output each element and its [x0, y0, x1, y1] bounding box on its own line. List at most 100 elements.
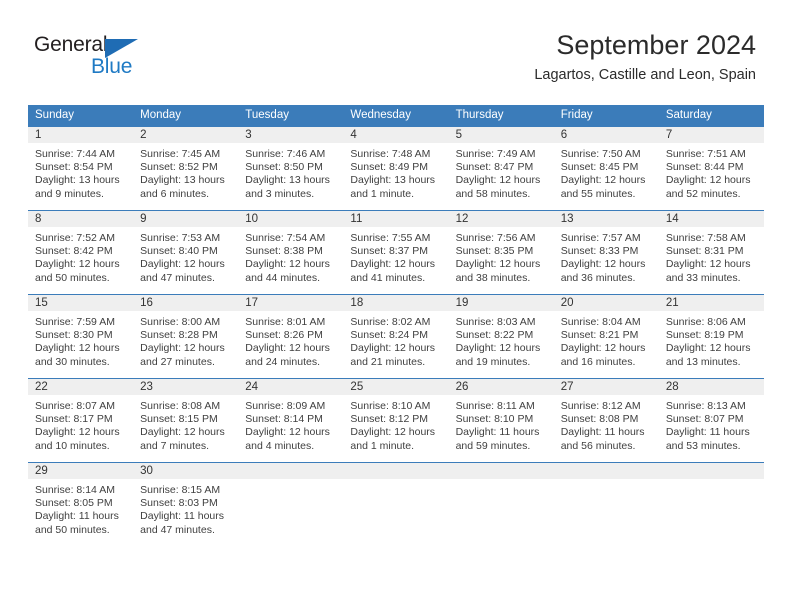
sunset-text: Sunset: 8:19 PM — [665, 329, 744, 342]
daylight-text-line2: and 1 minute. — [350, 187, 415, 200]
daylight-text-line1: Daylight: 12 hours — [350, 426, 436, 439]
day-number: 28 — [658, 379, 764, 395]
calendar-day-cell[interactable]: 15 Sunrise: 7:59 AM Sunset: 8:30 PM Dayl… — [28, 294, 134, 379]
calendar-header-row: Sunday Monday Tuesday Wednesday Thursday… — [28, 105, 764, 127]
calendar-day-cell[interactable]: 21 Sunrise: 8:06 AM Sunset: 8:19 PM Dayl… — [658, 294, 764, 379]
daylight-text-line1: Daylight: 12 hours — [350, 342, 436, 355]
calendar-day-cell[interactable]: 19 Sunrise: 8:03 AM Sunset: 8:22 PM Dayl… — [448, 294, 554, 379]
calendar-week-row: 1 Sunrise: 7:44 AM Sunset: 8:54 PM Dayli… — [28, 126, 764, 211]
sunrise-text: Sunrise: 8:07 AM — [35, 400, 115, 412]
day-number: 11 — [343, 211, 449, 227]
daylight-text-line2: and 30 minutes. — [35, 355, 110, 368]
calendar-day-cell[interactable]: 28 Sunrise: 8:13 AM Sunset: 8:07 PM Dayl… — [658, 378, 764, 463]
daylight-text-line1: Daylight: 13 hours — [35, 174, 120, 187]
day-number: 18 — [343, 295, 449, 311]
day-details: Sunrise: 7:46 AM Sunset: 8:50 PM Dayligh… — [238, 143, 343, 201]
daylight-text-line2: and 44 minutes. — [245, 271, 320, 284]
calendar-day-cell[interactable]: 25 Sunrise: 8:10 AM Sunset: 8:12 PM Dayl… — [343, 378, 449, 463]
day-details: Sunrise: 7:55 AM Sunset: 8:37 PM Dayligh… — [343, 227, 448, 285]
calendar-day-cell[interactable]: 30 Sunrise: 8:15 AM Sunset: 8:03 PM Dayl… — [133, 462, 239, 546]
daylight-text-line2: and 47 minutes. — [140, 271, 215, 284]
calendar-day-cell-empty — [448, 462, 554, 546]
daylight-text-line1: Daylight: 12 hours — [35, 426, 120, 439]
calendar-day-cell[interactable]: 12 Sunrise: 7:56 AM Sunset: 8:35 PM Dayl… — [448, 210, 554, 295]
sunset-text: Sunset: 8:40 PM — [140, 245, 218, 258]
day-number: 1 — [28, 127, 134, 143]
calendar-day-cell[interactable]: 9 Sunrise: 7:53 AM Sunset: 8:40 PM Dayli… — [133, 210, 239, 295]
calendar-day-cell[interactable]: 4 Sunrise: 7:48 AM Sunset: 8:49 PM Dayli… — [343, 126, 449, 211]
day-number: 27 — [553, 379, 659, 395]
sunset-text: Sunset: 8:28 PM — [140, 329, 218, 342]
sunrise-text: Sunrise: 8:02 AM — [350, 316, 431, 328]
calendar-day-cell[interactable]: 18 Sunrise: 8:02 AM Sunset: 8:24 PM Dayl… — [343, 294, 449, 379]
day-number: 4 — [343, 127, 449, 143]
daylight-text-line2: and 1 minute. — [350, 439, 415, 452]
daylight-text-line2: and 3 minutes. — [245, 187, 315, 200]
sunset-text: Sunset: 8:50 PM — [245, 161, 323, 174]
calendar-day-cell[interactable]: 11 Sunrise: 7:55 AM Sunset: 8:37 PM Dayl… — [343, 210, 449, 295]
daylight-text-line1: Daylight: 13 hours — [140, 174, 225, 187]
daylight-text-line2: and 24 minutes. — [245, 355, 320, 368]
sunrise-text: Sunrise: 8:04 AM — [560, 316, 641, 328]
day-details: Sunrise: 7:50 AM Sunset: 8:45 PM Dayligh… — [554, 143, 659, 201]
calendar-day-cell[interactable]: 17 Sunrise: 8:01 AM Sunset: 8:26 PM Dayl… — [238, 294, 344, 379]
calendar-day-cell[interactable]: 22 Sunrise: 8:07 AM Sunset: 8:17 PM Dayl… — [28, 378, 134, 463]
calendar-day-cell-empty — [343, 462, 449, 546]
calendar-day-cell[interactable]: 13 Sunrise: 7:57 AM Sunset: 8:33 PM Dayl… — [553, 210, 659, 295]
sunset-text: Sunset: 8:30 PM — [35, 329, 113, 342]
sunset-text: Sunset: 8:08 PM — [560, 413, 639, 426]
calendar-day-cell[interactable]: 5 Sunrise: 7:49 AM Sunset: 8:47 PM Dayli… — [448, 126, 554, 211]
daylight-text-line1: Daylight: 11 hours — [35, 510, 119, 523]
calendar-day-cell[interactable]: 26 Sunrise: 8:11 AM Sunset: 8:10 PM Dayl… — [448, 378, 554, 463]
day-details: Sunrise: 7:45 AM Sunset: 8:52 PM Dayligh… — [133, 143, 238, 201]
calendar-day-cell[interactable]: 16 Sunrise: 8:00 AM Sunset: 8:28 PM Dayl… — [133, 294, 239, 379]
calendar-day-cell[interactable]: 1 Sunrise: 7:44 AM Sunset: 8:54 PM Dayli… — [28, 126, 134, 211]
calendar-day-cell[interactable]: 20 Sunrise: 8:04 AM Sunset: 8:21 PM Dayl… — [553, 294, 659, 379]
calendar-day-cell[interactable]: 27 Sunrise: 8:12 AM Sunset: 8:08 PM Dayl… — [553, 378, 659, 463]
calendar-day-cell[interactable]: 14 Sunrise: 7:58 AM Sunset: 8:31 PM Dayl… — [658, 210, 764, 295]
day-details: Sunrise: 7:51 AM Sunset: 8:44 PM Dayligh… — [659, 143, 764, 201]
sunrise-text: Sunrise: 8:06 AM — [665, 316, 746, 328]
sunset-text: Sunset: 8:15 PM — [140, 413, 218, 426]
day-details: Sunrise: 8:00 AM Sunset: 8:28 PM Dayligh… — [133, 311, 238, 369]
sunset-text: Sunset: 8:35 PM — [455, 245, 534, 258]
daylight-text-line2: and 53 minutes. — [665, 439, 741, 452]
day-details: Sunrise: 8:12 AM Sunset: 8:08 PM Dayligh… — [554, 395, 659, 453]
sunrise-text: Sunrise: 8:13 AM — [665, 400, 746, 412]
daylight-text-line2: and 7 minutes. — [140, 439, 210, 452]
day-number: 6 — [553, 127, 659, 143]
daylight-text-line2: and 4 minutes. — [245, 439, 315, 452]
day-number: 13 — [553, 211, 659, 227]
calendar-grid: Sunday Monday Tuesday Wednesday Thursday… — [28, 105, 764, 546]
page-header: General Blue September 2024 Lagartos, Ca… — [0, 0, 792, 100]
calendar-day-cell[interactable]: 29 Sunrise: 8:14 AM Sunset: 8:05 PM Dayl… — [28, 462, 134, 546]
calendar-day-cell-empty — [238, 462, 344, 546]
calendar-day-cell[interactable]: 10 Sunrise: 7:54 AM Sunset: 8:38 PM Dayl… — [238, 210, 344, 295]
calendar-day-cell[interactable]: 7 Sunrise: 7:51 AM Sunset: 8:44 PM Dayli… — [658, 126, 764, 211]
calendar-day-cell[interactable]: 3 Sunrise: 7:46 AM Sunset: 8:50 PM Dayli… — [238, 126, 344, 211]
sunrise-text: Sunrise: 7:58 AM — [665, 232, 746, 244]
daylight-text-line2: and 9 minutes. — [35, 187, 104, 200]
day-details: Sunrise: 7:58 AM Sunset: 8:31 PM Dayligh… — [659, 227, 764, 285]
sunset-text: Sunset: 8:10 PM — [455, 413, 534, 426]
calendar-day-cell[interactable]: 6 Sunrise: 7:50 AM Sunset: 8:45 PM Dayli… — [553, 126, 659, 211]
day-number: 2 — [133, 127, 239, 143]
day-number: 29 — [28, 463, 134, 479]
daylight-text-line1: Daylight: 12 hours — [140, 342, 225, 355]
calendar-day-cell[interactable]: 2 Sunrise: 7:45 AM Sunset: 8:52 PM Dayli… — [133, 126, 239, 211]
day-number: 24 — [238, 379, 344, 395]
calendar-day-cell[interactable]: 8 Sunrise: 7:52 AM Sunset: 8:42 PM Dayli… — [28, 210, 134, 295]
daylight-text-line2: and 27 minutes. — [140, 355, 215, 368]
day-details: Sunrise: 8:03 AM Sunset: 8:22 PM Dayligh… — [449, 311, 554, 369]
day-details: Sunrise: 8:07 AM Sunset: 8:17 PM Dayligh… — [28, 395, 133, 453]
calendar-day-cell[interactable]: 24 Sunrise: 8:09 AM Sunset: 8:14 PM Dayl… — [238, 378, 344, 463]
daylight-text-line1: Daylight: 12 hours — [560, 342, 646, 355]
sunset-text: Sunset: 8:33 PM — [560, 245, 639, 258]
sunset-text: Sunset: 8:44 PM — [665, 161, 744, 174]
sunrise-text: Sunrise: 7:52 AM — [35, 232, 115, 244]
calendar-day-cell[interactable]: 23 Sunrise: 8:08 AM Sunset: 8:15 PM Dayl… — [133, 378, 239, 463]
day-number: 30 — [133, 463, 239, 479]
sunrise-text: Sunrise: 7:54 AM — [245, 232, 326, 244]
weekday-header-thursday: Thursday — [448, 105, 554, 127]
title-block: September 2024 Lagartos, Castille and Le… — [534, 28, 756, 86]
